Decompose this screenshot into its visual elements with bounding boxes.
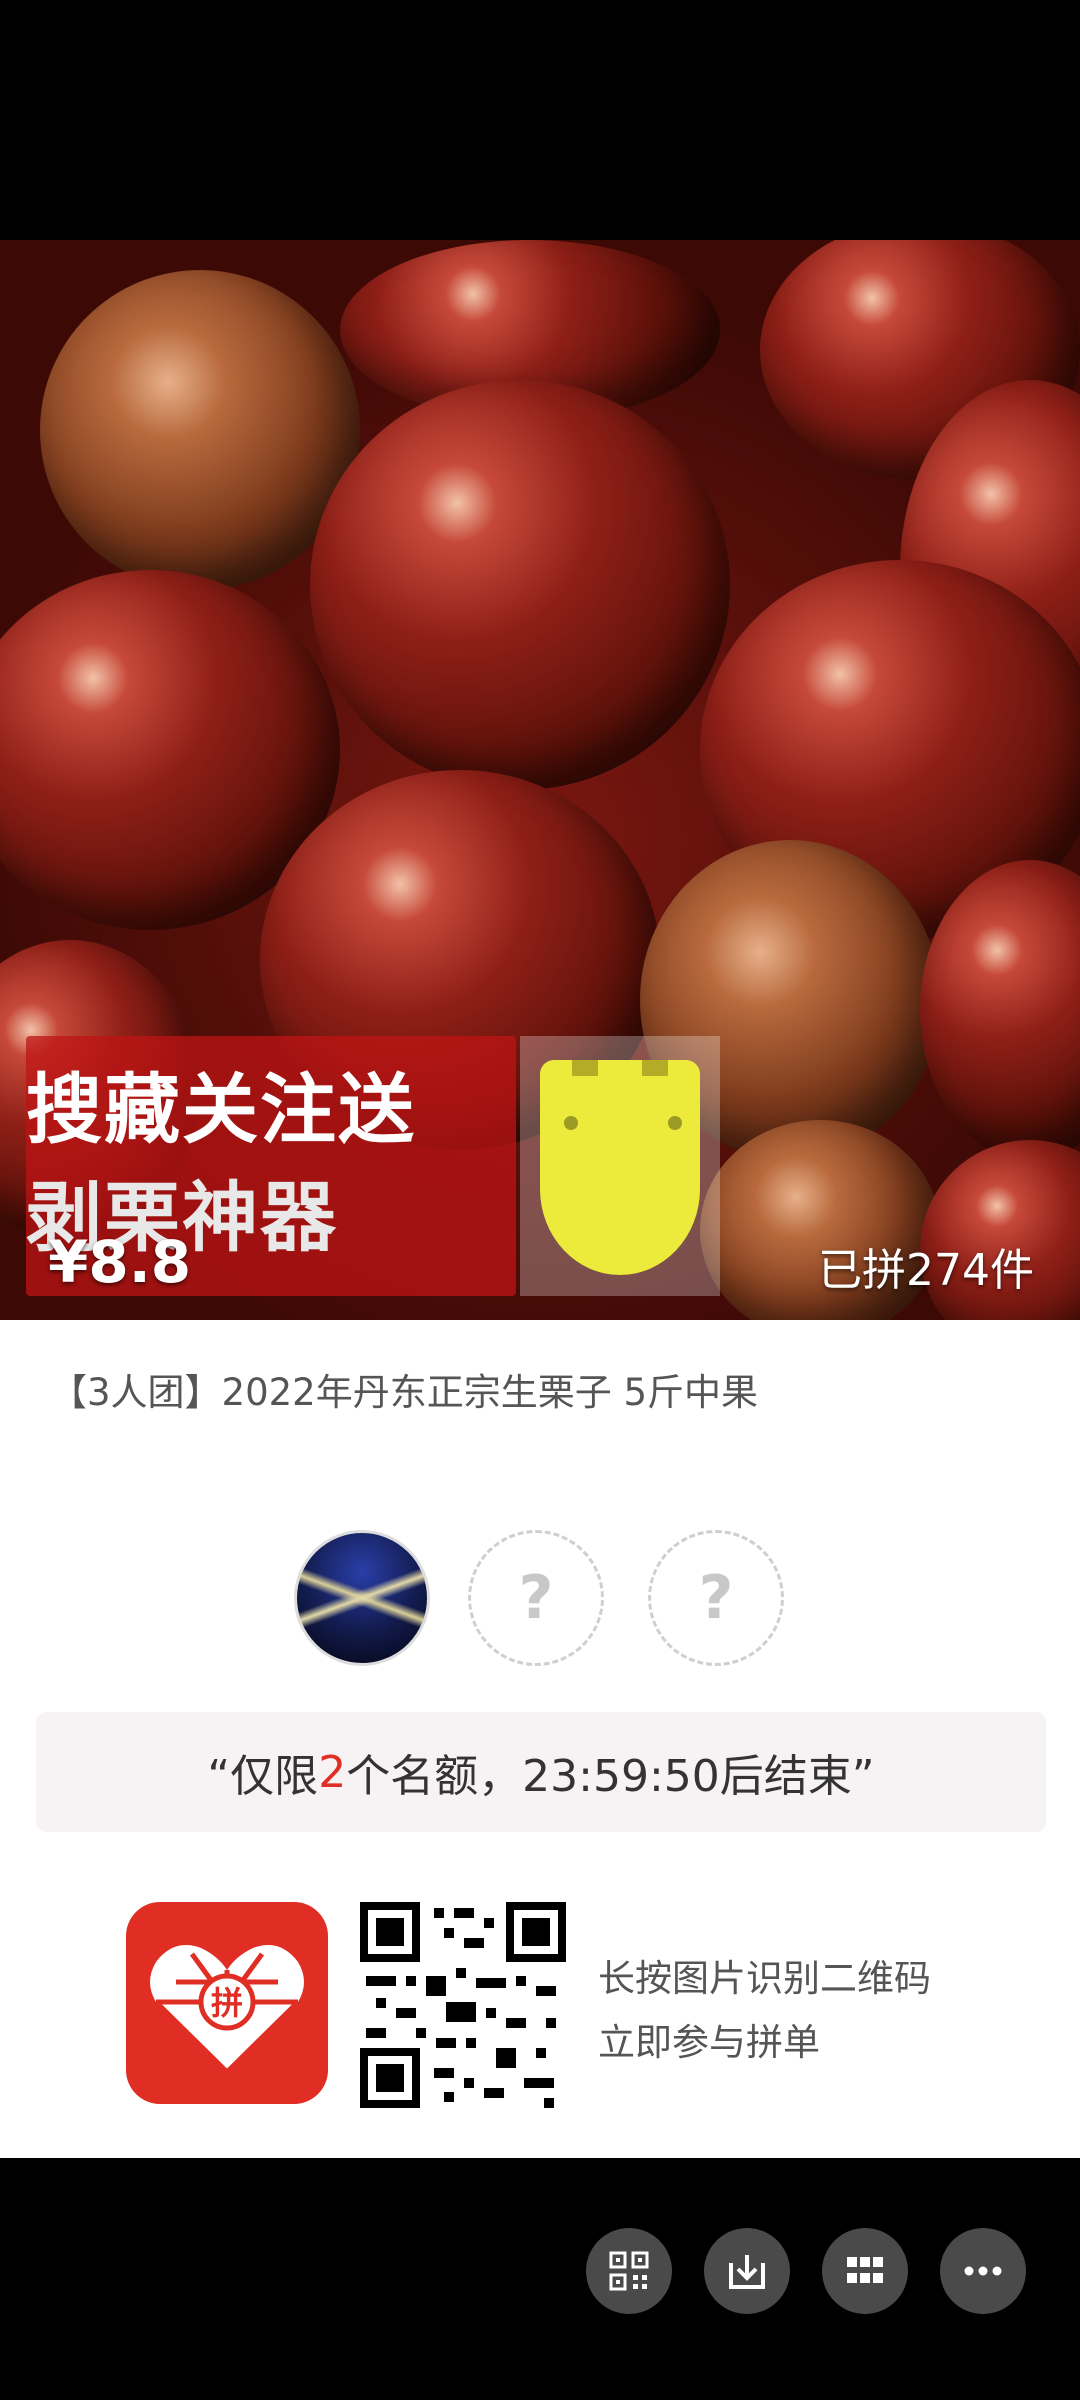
qr-hint-line-1: 长按图片识别二维码 bbox=[598, 1957, 931, 2000]
notice-count: 2 bbox=[318, 1746, 347, 1798]
tool-notch-right bbox=[642, 1060, 668, 1076]
notice-prefix: “仅限 bbox=[207, 1751, 319, 1802]
download-icon bbox=[729, 2255, 765, 2289]
more-icon bbox=[964, 2266, 1002, 2276]
group-notice: “仅限 2 个名额，23:59:50后结束” bbox=[36, 1712, 1046, 1832]
empty-slot-2: ? bbox=[648, 1530, 784, 1666]
heart-logo-icon: 拼 bbox=[150, 1945, 304, 2074]
tool-notch-left bbox=[572, 1060, 598, 1076]
grid-button[interactable] bbox=[822, 2228, 908, 2314]
product-title: 【3人团】2022年丹东正宗生栗子 5斤中果 bbox=[50, 1371, 759, 1414]
empty-slot-1: ? bbox=[468, 1530, 604, 1666]
more-button[interactable] bbox=[940, 2228, 1026, 2314]
chestnut-peeler-image bbox=[540, 1060, 700, 1275]
group-member-avatar bbox=[294, 1530, 430, 1666]
notice-suffix: 个名额，23:59:50后结束” bbox=[346, 1751, 875, 1802]
qr-code[interactable] bbox=[360, 1902, 566, 2108]
pinduoduo-logo: 拼 bbox=[126, 1902, 328, 2104]
tool-hole-right bbox=[668, 1116, 682, 1130]
qr-code-button[interactable] bbox=[586, 2228, 672, 2314]
promo-line-1: 搜藏关注送 bbox=[26, 1065, 416, 1154]
download-button[interactable] bbox=[704, 2228, 790, 2314]
qr-code-icon bbox=[609, 2251, 649, 2291]
product-price: ¥8.8 bbox=[48, 1228, 192, 1296]
qr-hint-line-2: 立即参与拼单 bbox=[598, 2021, 820, 2064]
logo-char: 拼 bbox=[211, 1984, 243, 2022]
grid-icon bbox=[847, 2257, 883, 2283]
sold-count: 已拼274件 bbox=[818, 1245, 1034, 1296]
tool-hole-left bbox=[564, 1116, 578, 1130]
